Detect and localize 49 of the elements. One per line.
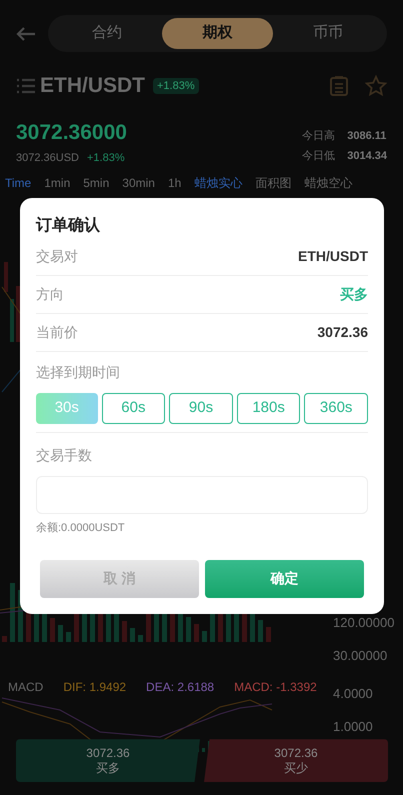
stat-value: 3014.34: [347, 149, 387, 164]
dialog-title: 订单确认: [36, 216, 101, 236]
chart-tab[interactable]: 1min: [44, 176, 70, 190]
price-change: +1.83%: [87, 150, 125, 166]
chart-tab[interactable]: 蜡烛空心: [304, 176, 352, 190]
row-label: 交易对: [36, 247, 78, 266]
duration-option[interactable]: 90s: [169, 393, 233, 424]
expiry-label: 选择到期时间: [36, 363, 121, 382]
last-price: 3072.36000: [16, 120, 127, 146]
chart-tab[interactable]: 30min: [122, 176, 155, 190]
stat-label: 今日低: [302, 149, 336, 164]
balance-text: 余额:0.0000USDT: [36, 520, 126, 536]
market-tab[interactable]: 合约: [52, 18, 162, 49]
usd-price: 3072.36USD: [16, 150, 79, 166]
row-label: 方向: [36, 285, 64, 304]
row-value: 买多: [340, 285, 368, 304]
chart-tab[interactable]: Time: [5, 176, 32, 190]
axis-label: 30.00000: [333, 648, 388, 664]
buy-button[interactable]: 3072.36 买多: [16, 739, 200, 782]
change-badge: +1.83%: [153, 78, 199, 94]
star-icon[interactable]: [365, 74, 387, 97]
macd-value: MACD: -1.3392: [234, 679, 317, 696]
market-tab[interactable]: 期权: [162, 18, 273, 49]
sell-button[interactable]: 3072.36 买少: [204, 739, 388, 782]
axis-label: 120.00000: [333, 615, 394, 630]
pair-symbol: ETH/USDT: [40, 73, 145, 99]
axis-label: 4.0000: [333, 686, 373, 702]
dif-value: DIF: 1.9492: [63, 679, 126, 696]
duration-option[interactable]: 60s: [102, 393, 166, 424]
confirm-button[interactable]: 确定: [205, 560, 364, 598]
amount-label: 交易手数: [36, 446, 93, 465]
chart-tab[interactable]: 5min: [83, 176, 110, 190]
duration-option[interactable]: 180s: [236, 393, 300, 424]
chart-tab[interactable]: 蜡烛实心: [194, 176, 242, 190]
axis-label: 1.0000: [333, 719, 373, 734]
clipboard-icon[interactable]: [329, 74, 349, 97]
duration-option[interactable]: 360s: [304, 393, 368, 424]
row-value: ETH/USDT: [298, 247, 368, 266]
row-label: 当前价: [36, 323, 78, 342]
back-arrow-icon[interactable]: [16, 26, 36, 42]
stat-label: 今日高: [302, 128, 336, 144]
chart-tab[interactable]: 面积图: [255, 176, 292, 190]
row-value: 3072.36: [317, 323, 368, 342]
market-tab[interactable]: 币币: [272, 18, 383, 49]
chart-tab[interactable]: 1h: [168, 176, 182, 190]
macd-title: MACD: [8, 679, 44, 696]
stat-value: 3086.11: [347, 128, 386, 144]
dea-value: DEA: 2.6188: [146, 679, 214, 696]
list-icon[interactable]: [16, 78, 36, 94]
